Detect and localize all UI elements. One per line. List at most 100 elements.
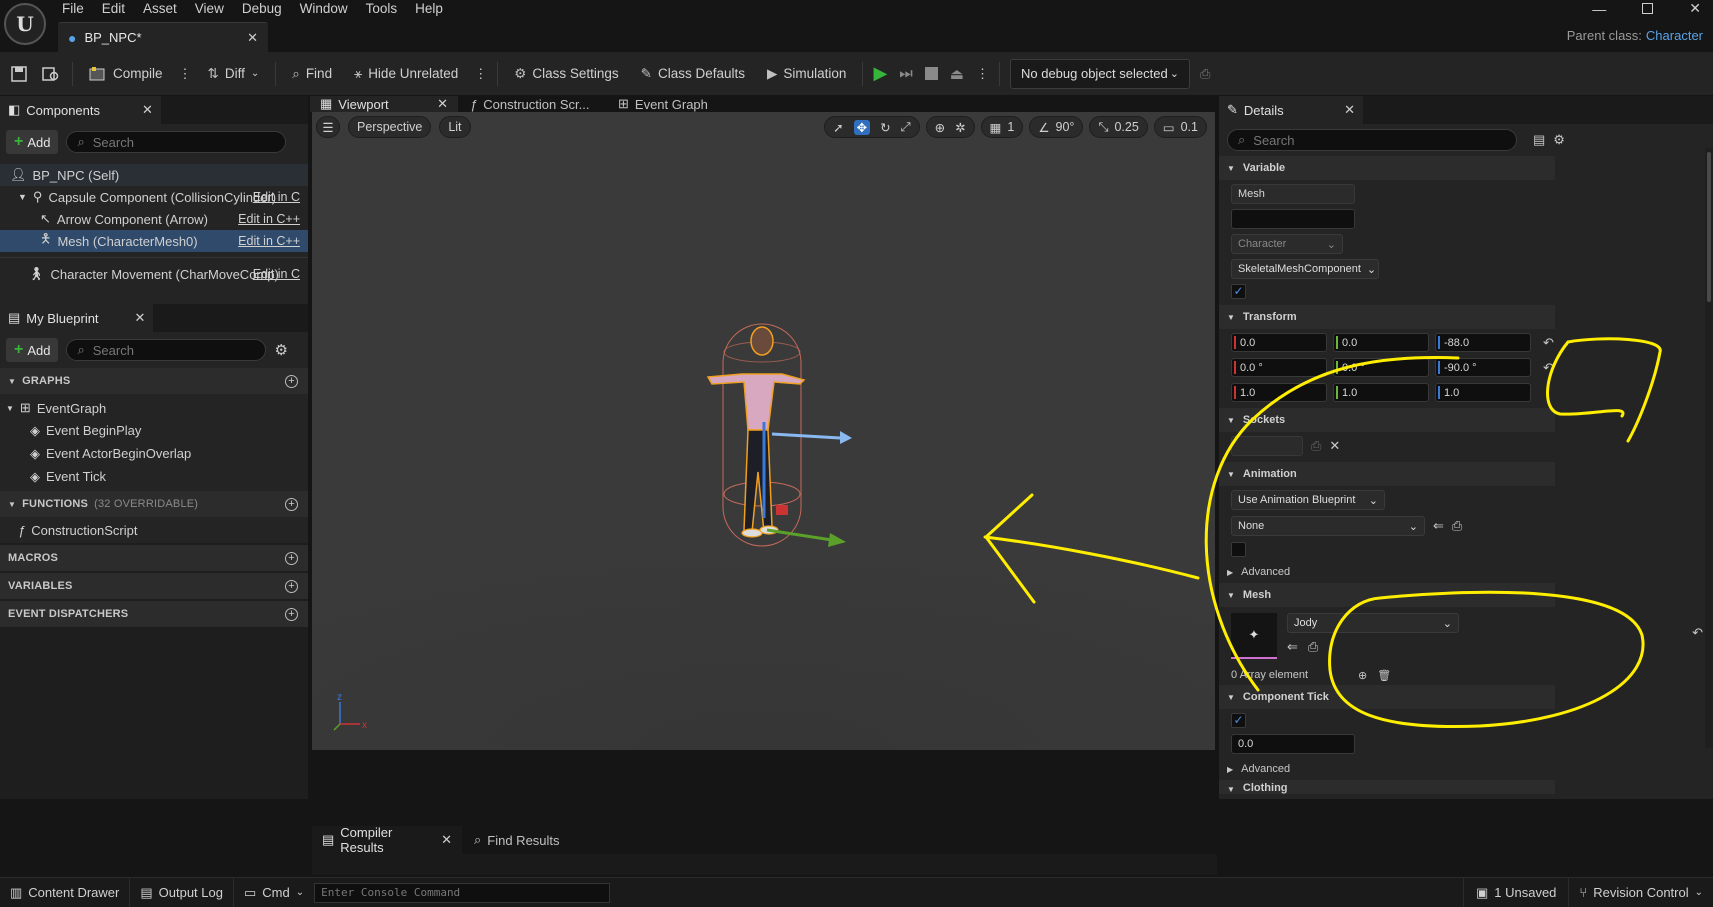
scale-z-field[interactable]: 1.0 (1435, 383, 1531, 402)
add-function-icon[interactable]: + (285, 497, 298, 511)
perspective-button[interactable]: Perspective (348, 116, 432, 138)
variable-name-field[interactable]: Mesh (1231, 184, 1355, 204)
play-options-icon[interactable]: ⋮ (976, 66, 989, 82)
details-scrollbar[interactable] (1705, 148, 1713, 748)
tree-item-self[interactable]: 👤︎ BP_NPC (Self) (0, 164, 308, 186)
tick-interval-field[interactable]: 0.0 (1231, 734, 1355, 754)
edit-in-cpp-link[interactable]: Edit in C (253, 267, 300, 281)
grid-snap-button[interactable]: ▦ 1 (980, 116, 1024, 138)
variable-section-header[interactable]: ▼ Variable (1219, 156, 1555, 180)
select-icon[interactable]: ➚ (833, 120, 843, 135)
use-selected-icon[interactable]: ⇐ (1287, 639, 1298, 655)
event-dispatchers-section-header[interactable]: EVENT DISPATCHERS + (0, 601, 308, 627)
add-component-button[interactable]: + Add (6, 130, 59, 154)
close-window-icon[interactable]: ✕ (1689, 0, 1701, 17)
cmd-select[interactable]: ▭ Cmd ⌄ (234, 878, 314, 907)
clothing-section-header[interactable]: ▼ Clothing (1219, 780, 1555, 794)
angle-snap-button[interactable]: ∠ 90° (1029, 116, 1084, 138)
eject-icon[interactable]: ⏏ (950, 65, 964, 83)
list-item-eventgraph[interactable]: ▼ ⊞ EventGraph (0, 397, 308, 419)
component-tick-section-header[interactable]: ▼ Component Tick (1219, 685, 1555, 709)
close-icon[interactable]: ✕ (441, 832, 452, 848)
add-member-button[interactable]: + Add (6, 338, 59, 362)
tree-item-movement[interactable]: 🚶︎ Character Movement (CharMoveComp) Edi… (0, 263, 308, 285)
mesh-thumbnail[interactable]: ✦ (1231, 613, 1277, 659)
animation-section-header[interactable]: ▼ Animation (1219, 462, 1555, 486)
variables-section-header[interactable]: VARIABLES + (0, 573, 308, 599)
menu-debug[interactable]: Debug (242, 1, 294, 16)
compile-options-icon[interactable]: ⋮ (179, 66, 192, 82)
advanced-expander[interactable]: ▶ Advanced (1219, 561, 1713, 583)
location-y-field[interactable]: 0.0 (1333, 333, 1429, 352)
tooltip-field[interactable] (1231, 209, 1355, 229)
list-item-event[interactable]: ◈ Event BeginPlay (0, 419, 308, 442)
menu-window[interactable]: Window (300, 1, 360, 16)
browse-asset-icon[interactable]: ⎙ (1452, 518, 1462, 534)
parent-class-link[interactable]: Character (1646, 28, 1703, 43)
browse-icon[interactable] (40, 66, 62, 82)
tab-find-results[interactable]: ⌕ Find Results (462, 826, 572, 854)
transform-section-header[interactable]: ▼ Transform (1219, 305, 1555, 329)
list-item-event[interactable]: ◈ Event Tick (0, 465, 308, 488)
add-graph-icon[interactable]: + (285, 374, 298, 388)
browse-asset-icon[interactable]: ⎙ (1308, 639, 1318, 655)
tab-details[interactable]: ✎ Details ✕ (1219, 96, 1363, 124)
mesh-section-header[interactable]: ▼ Mesh (1219, 583, 1555, 607)
list-item-construction-script[interactable]: ƒ ConstructionScript (0, 517, 308, 543)
close-tab-icon[interactable]: ✕ (247, 30, 258, 46)
compile-button[interactable]: Compile (83, 59, 169, 89)
close-icon[interactable]: ✕ (135, 310, 146, 326)
tab-compiler-results[interactable]: ▤ Compiler Results ✕ (312, 825, 462, 855)
maximize-icon[interactable] (1642, 3, 1654, 14)
edit-in-cpp-link[interactable]: Edit in C++ (238, 212, 300, 226)
macros-section-header[interactable]: MACROS + (0, 545, 308, 571)
menu-help[interactable]: Help (415, 1, 455, 16)
components-search-input[interactable]: ⌕ Search (66, 131, 287, 153)
translate-icon[interactable]: ✥ (853, 119, 871, 135)
disable-post-process-checkbox[interactable] (1231, 542, 1246, 557)
hide-unrelated-button[interactable]: ⚹ Hide Unrelated (348, 59, 464, 89)
add-dispatcher-icon[interactable]: + (285, 607, 298, 621)
list-item-event[interactable]: ◈ Event ActorBeginOverlap (0, 442, 308, 465)
content-drawer-button[interactable]: ▥ Content Drawer (0, 877, 131, 907)
scrollbar-thumb[interactable] (1707, 152, 1711, 302)
add-element-icon[interactable]: ⊕ (1358, 669, 1367, 682)
tab-viewport[interactable]: ▦ Viewport ✕ (310, 96, 458, 112)
clear-icon[interactable]: ✕ (1329, 438, 1340, 454)
close-icon[interactable]: ✕ (1344, 102, 1355, 118)
save-icon[interactable] (8, 65, 30, 82)
use-selected-icon[interactable]: ⇐ (1433, 518, 1444, 534)
location-z-field[interactable]: -88.0 (1435, 333, 1531, 352)
edit-in-cpp-link[interactable]: Edit in C++ (238, 234, 300, 248)
simulation-button[interactable]: ▶ Simulation (761, 59, 852, 89)
more-options-icon[interactable]: ⋮ (474, 66, 487, 82)
add-variable-icon[interactable]: + (285, 579, 298, 593)
find-button[interactable]: ⌕ Find (286, 59, 338, 89)
close-icon[interactable]: ✕ (142, 102, 153, 118)
graphs-section-header[interactable]: ▼ GRAPHS + (0, 368, 308, 394)
tab-my-blueprint[interactable]: ▤ My Blueprint ✕ (0, 304, 154, 332)
rotation-y-field[interactable]: 0.0 ° (1333, 358, 1429, 377)
reset-icon[interactable]: ↶ (1692, 625, 1703, 641)
rotation-z-field[interactable]: -90.0 ° (1435, 358, 1531, 377)
tab-construction-script[interactable]: ƒ Construction Scr... (458, 96, 606, 112)
gear-icon[interactable]: ⚙ (1553, 132, 1565, 148)
rotation-x-field[interactable]: 0.0 ° (1231, 358, 1327, 377)
menu-view[interactable]: View (195, 1, 236, 16)
reset-icon[interactable]: ↶ (1543, 335, 1554, 351)
trash-icon[interactable]: 🗑︎ (1377, 669, 1391, 682)
advanced-expander-2[interactable]: ▶ Advanced (1219, 758, 1713, 780)
lit-button[interactable]: Lit (439, 116, 471, 138)
class-defaults-button[interactable]: ✎ Class Defaults (635, 59, 751, 89)
diff-button[interactable]: ⇅ Diff ⌄ (202, 59, 266, 89)
details-search-input[interactable]: ⌕ Search (1227, 129, 1517, 151)
tab-event-graph[interactable]: ⊞ Event Graph (606, 96, 720, 112)
menu-tools[interactable]: Tools (366, 1, 410, 16)
unsaved-button[interactable]: ▣ 1 Unsaved (1462, 877, 1568, 907)
reset-icon[interactable]: ↶ (1543, 360, 1554, 376)
surface-snap-icon[interactable]: ✲ (955, 120, 965, 135)
scale-x-field[interactable]: 1.0 (1231, 383, 1327, 402)
output-log-button[interactable]: ▤ Output Log (130, 877, 234, 907)
step-icon[interactable]: ⏭ (899, 65, 913, 82)
edit-in-cpp-link[interactable]: Edit in C (253, 190, 300, 204)
